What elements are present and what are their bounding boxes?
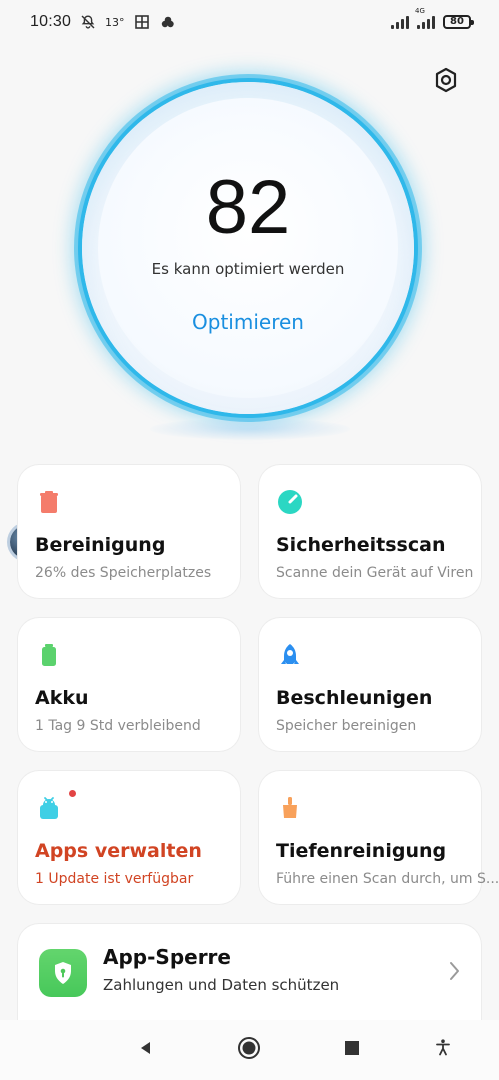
settings-button[interactable]	[428, 64, 464, 100]
signal-icon: 4G	[415, 7, 435, 29]
card-boost[interactable]: Beschleunigen Speicher bereinigen	[258, 617, 482, 752]
cloud-icon	[159, 13, 177, 31]
card-battery[interactable]: Akku 1 Tag 9 Std verbleibend	[17, 617, 241, 752]
window-icon	[133, 13, 151, 31]
card-deep-clean[interactable]: Tiefenreinigung Führe einen Scan durch, …	[258, 770, 499, 905]
app-lock-title: App-Sperre	[103, 945, 231, 969]
recents-button[interactable]	[338, 1036, 366, 1064]
bell-off-icon	[79, 13, 97, 31]
shield-scan-icon	[276, 488, 304, 516]
card-subtitle: Scanne dein Gerät auf Viren	[276, 565, 474, 581]
back-button[interactable]	[131, 1036, 159, 1064]
card-subtitle: Führe einen Scan durch, um S...	[276, 871, 499, 887]
card-subtitle: 1 Update ist verfügbar	[35, 871, 194, 887]
app-lock-subtitle: Zahlungen und Daten schützen	[103, 976, 340, 994]
chevron-right-icon	[448, 957, 462, 985]
battery-icon: 80	[443, 15, 474, 29]
card-title: Tiefenreinigung	[276, 840, 447, 862]
accessibility-button[interactable]	[429, 1036, 457, 1064]
back-icon	[136, 1039, 154, 1061]
accessibility-icon	[433, 1038, 453, 1062]
signal-icon	[391, 15, 409, 29]
device-score: 82	[205, 165, 291, 250]
optimize-button[interactable]: Optimieren	[168, 305, 328, 339]
rocket-icon	[276, 641, 304, 669]
brush-icon	[276, 794, 304, 822]
score-circle: 82 Es kann optimiert werden Optimieren	[82, 82, 414, 414]
android-icon	[35, 794, 63, 822]
card-subtitle: 26% des Speicherplatzes	[35, 565, 212, 581]
trash-icon	[35, 488, 63, 516]
clock: 10:30	[30, 13, 72, 30]
card-title: Sicherheitsscan	[276, 534, 446, 556]
card-cleanup[interactable]: Bereinigung 26% des Speicherplatzes	[17, 464, 241, 599]
card-title: Beschleunigen	[276, 687, 433, 709]
card-subtitle: 1 Tag 9 Std verbleibend	[35, 718, 201, 734]
gear-icon	[433, 67, 459, 97]
status-left: 10:30 13°	[30, 13, 177, 31]
card-title: Akku	[35, 687, 89, 709]
home-icon	[237, 1036, 261, 1064]
status-right: 4G 80	[391, 7, 474, 29]
update-indicator	[69, 790, 76, 797]
network-type: 4G	[415, 7, 425, 15]
card-security-scan[interactable]: Sicherheitsscan Scanne dein Gerät auf Vi…	[258, 464, 482, 599]
card-title: Apps verwalten	[35, 840, 202, 862]
recents-icon	[343, 1039, 361, 1061]
score-shadow	[150, 418, 350, 440]
temperature: 13°	[105, 15, 125, 29]
lock-shield-icon	[39, 949, 87, 997]
card-manage-apps[interactable]: Apps verwalten 1 Update ist verfügbar	[17, 770, 241, 905]
navigation-bar	[0, 1020, 499, 1080]
card-title: Bereinigung	[35, 534, 166, 556]
battery-icon	[35, 641, 63, 669]
card-subtitle: Speicher bereinigen	[276, 718, 417, 734]
status-bar: 10:30 13° 4G 80	[0, 0, 499, 44]
score-status: Es kann optimiert werden	[151, 260, 345, 278]
home-button[interactable]	[235, 1036, 263, 1064]
